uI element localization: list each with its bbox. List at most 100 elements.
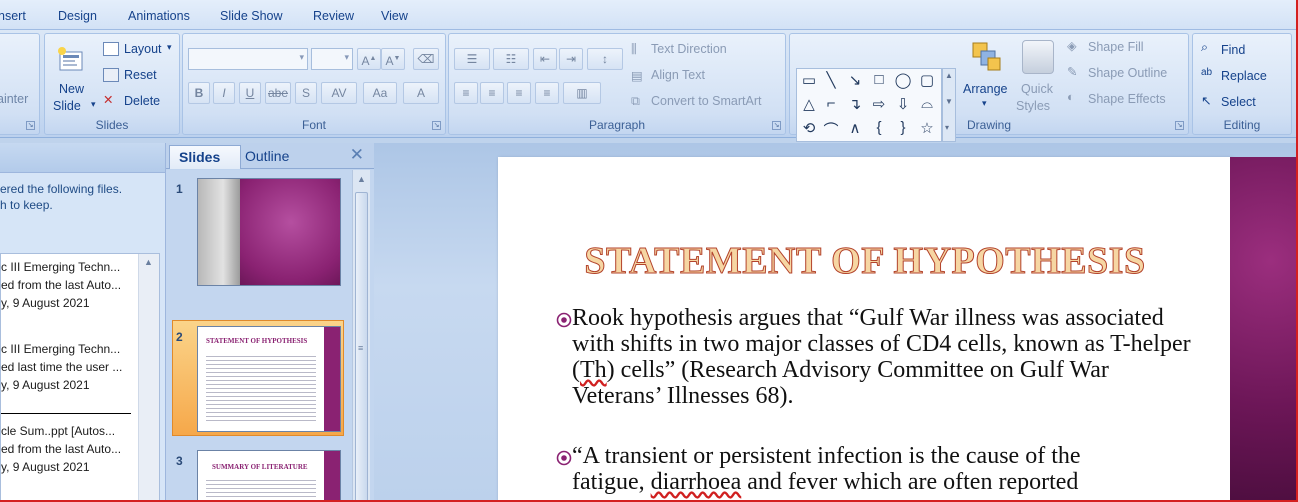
slide-thumbnail-3[interactable]: SUMMARY OF LITERATURE xyxy=(197,450,341,502)
tab-slide-show[interactable]: Slide Show xyxy=(220,9,283,23)
thumb-magenta-band xyxy=(324,451,340,502)
reset-button[interactable]: Reset xyxy=(124,68,157,82)
down-arrow-shape-icon[interactable]: ⇩ xyxy=(893,95,913,113)
new-slide-icon[interactable] xyxy=(57,46,85,74)
textbox-shape-icon[interactable]: ▭ xyxy=(799,71,819,89)
scroll-up-icon[interactable]: ▲ xyxy=(357,174,366,184)
text-direction-button[interactable]: Text Direction xyxy=(651,42,727,56)
bold-button[interactable]: B xyxy=(188,82,210,104)
character-spacing-button[interactable]: AV xyxy=(321,82,357,104)
recovery-file-name[interactable]: cle Sum..ppt [Autos... xyxy=(1,422,115,440)
gallery-more-icon[interactable]: ▾ xyxy=(945,123,949,132)
align-left-icon[interactable]: ≡ xyxy=(454,82,478,104)
columns-icon[interactable]: ▥ xyxy=(563,82,601,104)
drawing-launcher-icon[interactable]: ↘ xyxy=(1175,121,1184,130)
font-family-combo[interactable] xyxy=(188,48,308,70)
slide-thumbnail-1[interactable] xyxy=(197,178,341,286)
decrease-indent-icon[interactable]: ⇤ xyxy=(533,48,557,70)
shadow-button[interactable]: S xyxy=(295,82,317,104)
current-slide[interactable]: STATEMENT OF HYPOTHESIS Rook hypothesis … xyxy=(498,157,1232,502)
tab-insert[interactable]: nsert xyxy=(0,9,26,23)
justify-icon[interactable]: ≡ xyxy=(535,82,559,104)
font-size-combo[interactable] xyxy=(311,48,353,70)
arrange-icon[interactable] xyxy=(970,40,1004,74)
recovery-file-name[interactable]: c III Emerging Techn... xyxy=(1,258,120,276)
scrollbar-thumb[interactable]: ≡ xyxy=(355,192,368,502)
gallery-down-icon[interactable]: ▼ xyxy=(945,97,953,106)
gallery-up-icon[interactable]: ▲ xyxy=(945,71,953,80)
bullet-1-text[interactable]: Rook hypothesis argues that “Gulf War il… xyxy=(572,305,1192,409)
slide-title[interactable]: STATEMENT OF HYPOTHESIS xyxy=(498,239,1232,283)
smartart-icon: ⧉ xyxy=(631,94,640,108)
arrow-line-shape-icon[interactable]: ↘ xyxy=(845,71,865,89)
replace-button[interactable]: Replace xyxy=(1221,69,1267,83)
freeform-shape-icon[interactable]: ⟲ xyxy=(799,119,819,137)
format-painter-button[interactable]: ainter xyxy=(0,92,28,106)
arrange-button[interactable]: Arrange xyxy=(963,82,1007,96)
align-center-icon[interactable]: ≡ xyxy=(480,82,504,104)
clipboard-launcher-icon[interactable]: ↘ xyxy=(26,121,35,130)
font-launcher-icon[interactable]: ↘ xyxy=(432,121,441,130)
oval-shape-icon[interactable]: ◯ xyxy=(893,71,913,89)
tab-view[interactable]: View xyxy=(381,9,408,23)
new-slide-label-2[interactable]: Slide xyxy=(53,99,81,113)
shape-effects-button[interactable]: Shape Effects xyxy=(1088,92,1166,106)
layout-button[interactable]: Layout xyxy=(124,42,162,56)
tab-slides[interactable]: Slides xyxy=(169,145,241,169)
align-text-button[interactable]: Align Text xyxy=(651,68,705,82)
change-case-button[interactable]: Aa xyxy=(363,82,397,104)
align-right-icon[interactable]: ≡ xyxy=(507,82,531,104)
recovery-scrollbar[interactable]: ▲ xyxy=(138,254,159,501)
clear-formatting-icon[interactable]: ⌫ xyxy=(413,48,439,70)
tab-outline[interactable]: Outline xyxy=(236,145,308,169)
tab-review[interactable]: Review xyxy=(313,9,354,23)
right-brace-shape-icon[interactable]: } xyxy=(893,119,913,136)
close-pane-icon[interactable]: ✕ xyxy=(350,145,364,165)
slides-pane-scrollbar[interactable]: ▲ ≡ xyxy=(352,170,370,502)
delete-button[interactable]: Delete xyxy=(124,94,160,108)
quick-styles-icon[interactable] xyxy=(1022,40,1054,74)
convert-smartart-button[interactable]: Convert to SmartArt xyxy=(651,94,761,108)
paragraph-launcher-icon[interactable]: ↘ xyxy=(772,121,781,130)
elbow-arrow-icon[interactable]: ↴ xyxy=(845,95,865,113)
triangle-shape-icon[interactable]: △ xyxy=(799,95,819,113)
tab-design[interactable]: Design xyxy=(58,9,97,23)
arc-shape-icon[interactable]: ⌒ xyxy=(821,119,841,140)
elbow-connector-icon[interactable]: ⌐ xyxy=(821,95,841,112)
left-brace-shape-icon[interactable]: { xyxy=(869,119,889,136)
recovery-message-line-2: h to keep. xyxy=(0,198,53,212)
strikethrough-button[interactable]: abe xyxy=(265,82,291,104)
select-button[interactable]: Select xyxy=(1221,95,1256,109)
shapes-gallery-scroll[interactable]: ▲ ▼ ▾ xyxy=(942,68,956,142)
font-color-button[interactable]: A xyxy=(403,82,439,104)
line-shape-icon[interactable]: ╲ xyxy=(821,71,841,89)
grow-font-icon[interactable]: A▲ xyxy=(357,48,381,70)
increase-indent-icon[interactable]: ⇥ xyxy=(559,48,583,70)
quick-styles-label-2[interactable]: Styles xyxy=(1016,99,1050,113)
line-spacing-icon[interactable]: ↕ xyxy=(587,48,623,70)
new-slide-label-1[interactable]: New xyxy=(59,82,84,96)
curve-shape-icon[interactable]: ∧ xyxy=(845,119,865,137)
shape-outline-button[interactable]: Shape Outline xyxy=(1088,66,1167,80)
shrink-font-icon[interactable]: A▼ xyxy=(381,48,405,70)
scroll-up-icon[interactable]: ▲ xyxy=(144,257,153,267)
underline-button[interactable]: U xyxy=(239,82,261,104)
rectangle-shape-icon[interactable]: □ xyxy=(869,71,889,88)
bullet-2-part-a: fatigue, xyxy=(572,469,651,495)
rounded-rect-shape-icon[interactable]: ▢ xyxy=(917,71,937,89)
slide-thumbnail-2[interactable]: STATEMENT OF HYPOTHESIS xyxy=(197,326,341,432)
star-shape-icon[interactable]: ☆ xyxy=(917,119,937,137)
tab-animations[interactable]: Animations xyxy=(128,9,190,23)
right-arrow-shape-icon[interactable]: ⇨ xyxy=(869,95,889,113)
bullets-icon[interactable]: ☰ xyxy=(454,48,490,70)
callout-shape-icon[interactable]: ⌓ xyxy=(917,95,937,112)
shapes-gallery[interactable]: ▭ ╲ ↘ □ ◯ ▢ △ ⌐ ↴ ⇨ ⇩ ⌓ ⟲ ⌒ ∧ { } ☆ xyxy=(796,68,942,142)
numbering-icon[interactable]: ☷ xyxy=(493,48,529,70)
italic-button[interactable]: I xyxy=(213,82,235,104)
quick-styles-label-1[interactable]: Quick xyxy=(1021,82,1053,96)
chevron-down-icon[interactable]: ▾ xyxy=(91,99,96,110)
find-button[interactable]: Find xyxy=(1221,43,1245,57)
shape-fill-button[interactable]: Shape Fill xyxy=(1088,40,1144,54)
recovery-file-name[interactable]: c III Emerging Techn... xyxy=(1,340,120,358)
bullet-2-text[interactable]: “A transient or persistent infection is … xyxy=(572,443,1192,495)
